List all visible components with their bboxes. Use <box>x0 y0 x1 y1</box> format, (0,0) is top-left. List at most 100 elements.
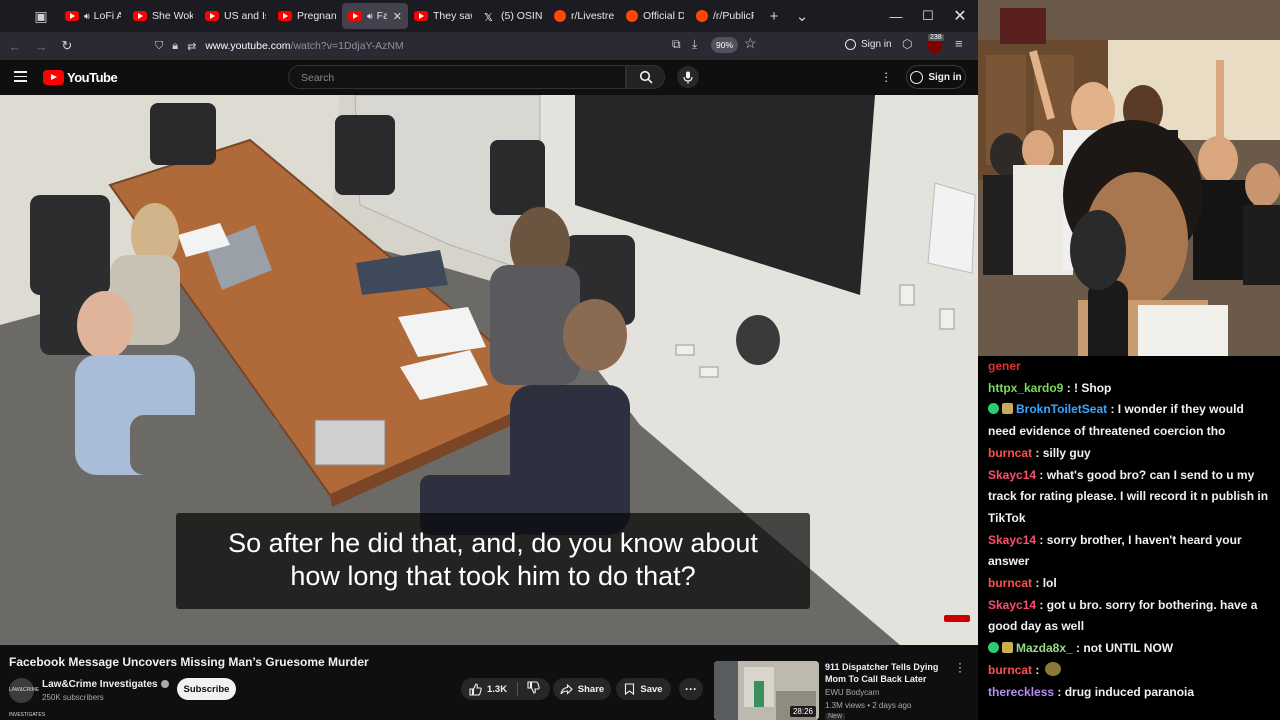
browser-tab[interactable]: She Woke U <box>127 3 199 29</box>
recommended-menu-icon[interactable]: · · · <box>958 657 962 677</box>
chat-separator: : <box>1032 662 1043 677</box>
guide-menu-icon[interactable] <box>14 71 27 82</box>
back-icon[interactable]: ← <box>2 33 28 59</box>
captions-indicator[interactable] <box>944 615 970 622</box>
zoom-level[interactable]: 90% <box>711 37 739 53</box>
tab-label: (5) OSINTde <box>501 10 542 22</box>
tab-label: She Woke U <box>152 10 193 22</box>
extensions-icon[interactable]: ⬡ <box>902 37 912 51</box>
account-signin-button[interactable]: Sign in <box>845 39 892 50</box>
recommended-thumbnail[interactable]: 28:26 <box>714 661 819 720</box>
browser-tab[interactable]: Pregnant M <box>272 3 342 29</box>
recommended-channel[interactable]: EWU Bodycam <box>825 688 879 697</box>
tab-close-icon[interactable]: ✕ <box>393 10 402 23</box>
youtube-signin-button[interactable]: Sign in <box>906 65 966 89</box>
browser-tab[interactable]: r/Livestrean <box>548 3 620 29</box>
new-tab-icon[interactable]: + <box>760 8 788 25</box>
search-button[interactable] <box>626 65 665 89</box>
minimize-icon[interactable]: — <box>880 0 912 32</box>
voice-search-button[interactable] <box>677 66 699 88</box>
youtube-logo[interactable]: YouTube <box>43 70 118 85</box>
chat-username[interactable]: httpx_kardo9 <box>988 381 1063 395</box>
chat-text: drug induced paranoia <box>1064 684 1195 699</box>
youtube-icon <box>65 11 79 21</box>
chat-username[interactable]: gener <box>988 359 1021 373</box>
chat-message: thereckless : drug induced paranoia <box>988 682 1274 704</box>
channel-name-link[interactable]: Law&Crime Investigates <box>42 679 169 690</box>
settings-kebab-icon[interactable]: · · · <box>884 66 888 87</box>
thumbs-down-icon <box>527 681 540 694</box>
chat-username[interactable]: burncat <box>988 446 1032 460</box>
permissions-icon[interactable]: ⇄ <box>187 40 196 53</box>
video-player[interactable]: So after he did that, and, do you know a… <box>0 95 978 645</box>
stream-chat: gener httpx_kardo9 : ! Shop BroknToiletSea… <box>978 356 1280 720</box>
x-icon: 𝕏 <box>484 12 493 24</box>
subscriber-count: 250K subscribers <box>42 693 104 702</box>
chat-username[interactable]: Skayc14 <box>988 533 1036 547</box>
youtube-signin-label: Sign in <box>928 71 962 83</box>
maximize-icon[interactable]: ☐ <box>912 0 944 32</box>
speaker-icon[interactable]: 🔊︎ <box>84 11 90 22</box>
caption-line-1: So after he did that, and, do you know a… <box>228 528 758 558</box>
more-actions-button[interactable]: ··· <box>679 678 703 700</box>
chat-username[interactable]: Skayc14 <box>988 598 1036 612</box>
menu-icon[interactable]: ≡ <box>955 36 963 51</box>
download-icon[interactable]: ⤓ <box>692 37 697 52</box>
chat-message: BroknToiletSeat : I wonder if they would… <box>988 399 1274 442</box>
browser-tab[interactable]: 🔊︎Face ✕ <box>342 3 408 29</box>
tab-label: r/Livestrean <box>571 10 614 22</box>
person-badge-icon <box>988 642 999 654</box>
reload-icon[interactable]: ↻ <box>54 33 80 59</box>
chat-username[interactable]: BroknToiletSeat <box>1016 402 1107 416</box>
browser-tab[interactable]: Official Des <box>620 3 690 29</box>
save-button[interactable]: Save <box>616 678 671 700</box>
chat-username[interactable]: Mazda8x_ <box>1016 641 1073 655</box>
chat-message: Mazda8x_ : not UNTIL NOW <box>988 638 1274 660</box>
browser-nav-bar: ← → ↻ ⛉ 🔒︎ ⇄ www.youtube.com/watch?v=1Dd… <box>0 32 978 60</box>
chat-username[interactable]: burncat <box>988 576 1032 590</box>
browser-tab[interactable]: 🔊︎LoFi An <box>59 3 127 29</box>
thumbs-up-icon <box>469 682 482 696</box>
sword-badge-icon <box>1002 403 1013 415</box>
share-button[interactable]: Share <box>553 678 611 700</box>
speaker-icon[interactable]: 🔊︎ <box>367 11 373 22</box>
url-text[interactable]: www.youtube.com/watch?v=1DdjaY-AzNM <box>205 40 403 52</box>
browser-tab[interactable]: They saw m <box>408 3 478 29</box>
recommended-title[interactable]: 911 Dispatcher Tells Dying Mom To Call B… <box>825 661 945 685</box>
youtube-icon <box>414 11 428 21</box>
channel-name: Law&Crime Investigates <box>42 679 158 690</box>
chat-separator: : <box>1054 684 1065 699</box>
streamer-webcam <box>978 0 1280 370</box>
browser-tab[interactable]: 𝕏 (5) OSINTde <box>478 3 548 29</box>
picture-in-picture-icon[interactable]: ⧉ <box>672 37 681 52</box>
youtube-icon <box>133 11 147 21</box>
chat-separator: : <box>1036 467 1047 482</box>
firefox-view-icon[interactable]: ▣ <box>27 2 55 30</box>
search-input[interactable]: Search <box>288 65 626 89</box>
channel-avatar[interactable]: LAW&CRIME INVESTIGATES <box>9 678 45 718</box>
browser-tab[interactable]: /r/PublicFre <box>690 3 760 29</box>
reddit-icon <box>696 10 708 22</box>
chat-username[interactable]: burncat <box>988 663 1032 677</box>
dislike-button[interactable] <box>527 681 540 697</box>
like-dislike-group: 1.3K <box>461 678 550 700</box>
shield-icon[interactable]: ⛉ <box>155 40 163 53</box>
chat-username[interactable]: thereckless <box>988 685 1054 699</box>
lock-icon[interactable]: 🔒︎ <box>172 40 178 53</box>
chevron-down-icon[interactable]: ⌄ <box>788 7 816 25</box>
tab-list: 🔊︎LoFi AnShe Woke UUS and IsraPregnant M… <box>59 3 760 29</box>
close-icon[interactable]: ✕ <box>944 0 976 32</box>
shield-badge-icon <box>1002 642 1013 654</box>
forward-icon[interactable]: → <box>28 33 54 59</box>
tab-label: LoFi An <box>93 10 121 22</box>
like-button[interactable]: 1.3K <box>469 682 507 696</box>
subscribe-button[interactable]: Subscribe <box>177 678 236 700</box>
chat-text: ! Shop <box>1074 380 1112 395</box>
chat-username[interactable]: Skayc14 <box>988 468 1036 482</box>
account-signin-label: Sign in <box>861 39 892 50</box>
browser-tab[interactable]: US and Isra <box>199 3 272 29</box>
bookmark-star-icon[interactable]: ☆ <box>744 35 757 52</box>
new-badge: New <box>825 713 846 720</box>
youtube-icon <box>205 11 219 21</box>
chat-message: burncat : <box>988 660 1274 682</box>
